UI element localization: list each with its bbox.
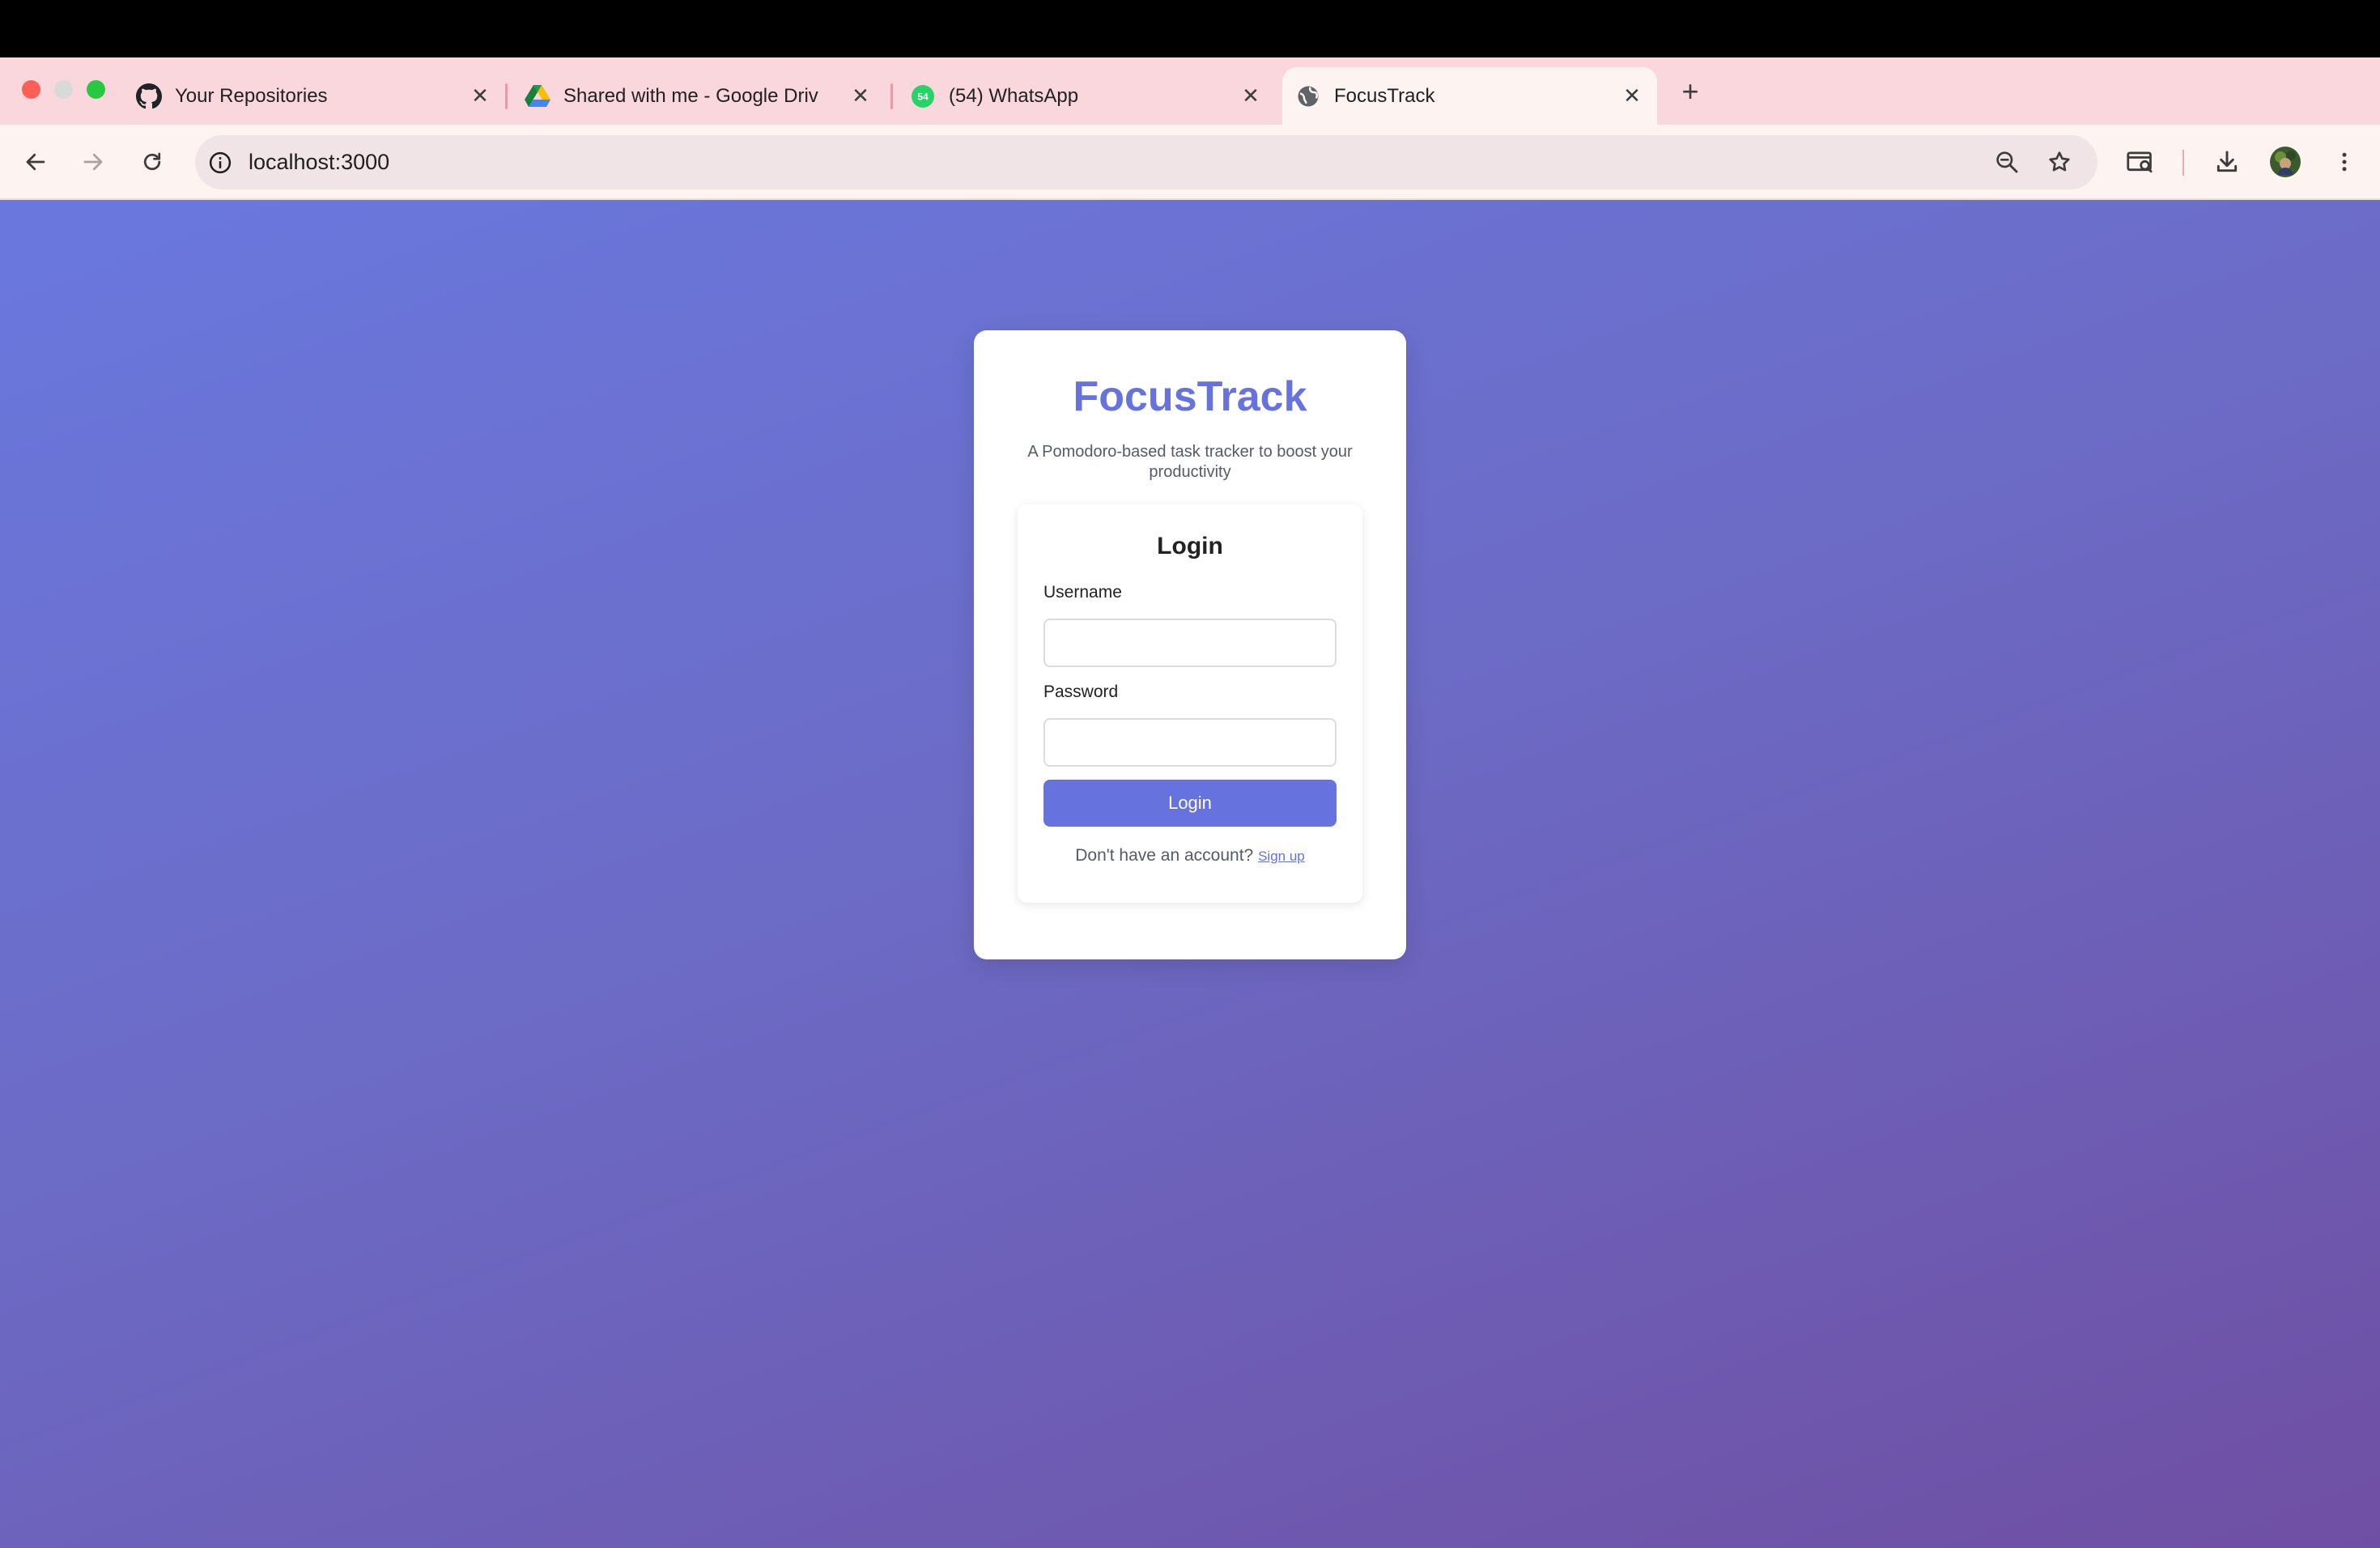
tab-google-drive[interactable]: Shared with me - Google Driv ✕ — [525, 67, 873, 125]
password-label: Password — [1043, 683, 1119, 701]
site-info-icon[interactable] — [206, 149, 234, 176]
tab-title: (54) WhatsApp — [949, 84, 1079, 107]
zoom-button[interactable] — [1986, 141, 2028, 183]
avatar — [2270, 147, 2301, 177]
reload-button[interactable] — [131, 141, 173, 183]
browser-toolbar: localhost:3000 — [0, 125, 2380, 200]
signup-prompt: Don't have an account? — [1075, 846, 1254, 865]
tab-search-button[interactable] — [2119, 141, 2161, 183]
whatsapp-icon: 54 — [910, 83, 936, 109]
signup-prompt-row: Don't have an account? Sign up — [1018, 846, 1362, 865]
menu-bar-area — [0, 0, 2380, 57]
arrow-left-icon — [26, 153, 45, 171]
window-controls — [22, 80, 105, 99]
reload-icon — [143, 152, 161, 171]
bookmark-button[interactable] — [2038, 141, 2080, 183]
github-icon — [136, 83, 162, 109]
toolbar-divider — [2182, 150, 2184, 176]
tab-close-button[interactable]: ✕ — [848, 83, 873, 108]
username-input[interactable] — [1043, 619, 1337, 667]
whatsapp-badge: 54 — [917, 91, 929, 102]
new-tab-button[interactable]: + — [1674, 74, 1706, 108]
page-viewport: FocusTrack A Pomodoro-based task tracker… — [0, 200, 2380, 1548]
tab-close-button[interactable]: ✕ — [1239, 83, 1263, 108]
tab-search-icon — [2127, 151, 2153, 173]
download-icon — [2216, 151, 2238, 172]
zoom-out-icon — [1996, 151, 2018, 173]
google-drive-icon — [525, 83, 550, 109]
tab-focustrack[interactable]: FocusTrack ✕ — [1282, 67, 1657, 125]
tab-title: FocusTrack — [1334, 84, 1435, 107]
globe-icon — [1295, 83, 1321, 109]
arrow-right-icon — [83, 153, 103, 171]
tab-close-button[interactable]: ✕ — [1620, 83, 1644, 108]
profile-button[interactable] — [2264, 141, 2306, 183]
password-input[interactable] — [1043, 718, 1337, 767]
browser-menu-button[interactable] — [2323, 141, 2365, 183]
username-label: Username — [1043, 583, 1122, 602]
address-bar[interactable]: localhost:3000 — [195, 135, 2097, 189]
auth-card: FocusTrack A Pomodoro-based task tracker… — [974, 330, 1406, 959]
tab-separator — [505, 83, 508, 109]
close-window-button[interactable] — [22, 80, 40, 99]
minimize-window-button[interactable] — [54, 80, 73, 99]
app-tagline: A Pomodoro-based task tracker to boost y… — [1027, 443, 1353, 481]
maximize-window-button[interactable] — [87, 80, 105, 99]
tab-separator — [890, 83, 893, 109]
forward-button[interactable] — [72, 141, 114, 183]
tab-strip: Your Repositories ✕ Shared with me - Goo… — [0, 57, 2380, 125]
tab-title: Your Repositories — [175, 84, 328, 107]
login-heading: Login — [1157, 533, 1223, 559]
app-title: FocusTrack — [1073, 373, 1307, 420]
signup-link[interactable]: Sign up — [1258, 848, 1305, 864]
tab-whatsapp[interactable]: 54 (54) WhatsApp ✕ — [910, 67, 1263, 125]
login-button[interactable]: Login — [1043, 780, 1337, 827]
tab-close-button[interactable]: ✕ — [468, 83, 492, 108]
tab-title: Shared with me - Google Driv — [563, 84, 818, 107]
back-button[interactable] — [15, 141, 57, 183]
tab-your-repositories[interactable]: Your Repositories ✕ — [136, 67, 492, 125]
login-form: Login Username Password Login Don't have… — [1018, 504, 1362, 903]
star-icon — [2049, 151, 2070, 172]
more-vertical-icon — [2342, 152, 2347, 172]
downloads-button[interactable] — [2206, 141, 2248, 183]
address-url[interactable]: localhost:3000 — [249, 150, 389, 175]
